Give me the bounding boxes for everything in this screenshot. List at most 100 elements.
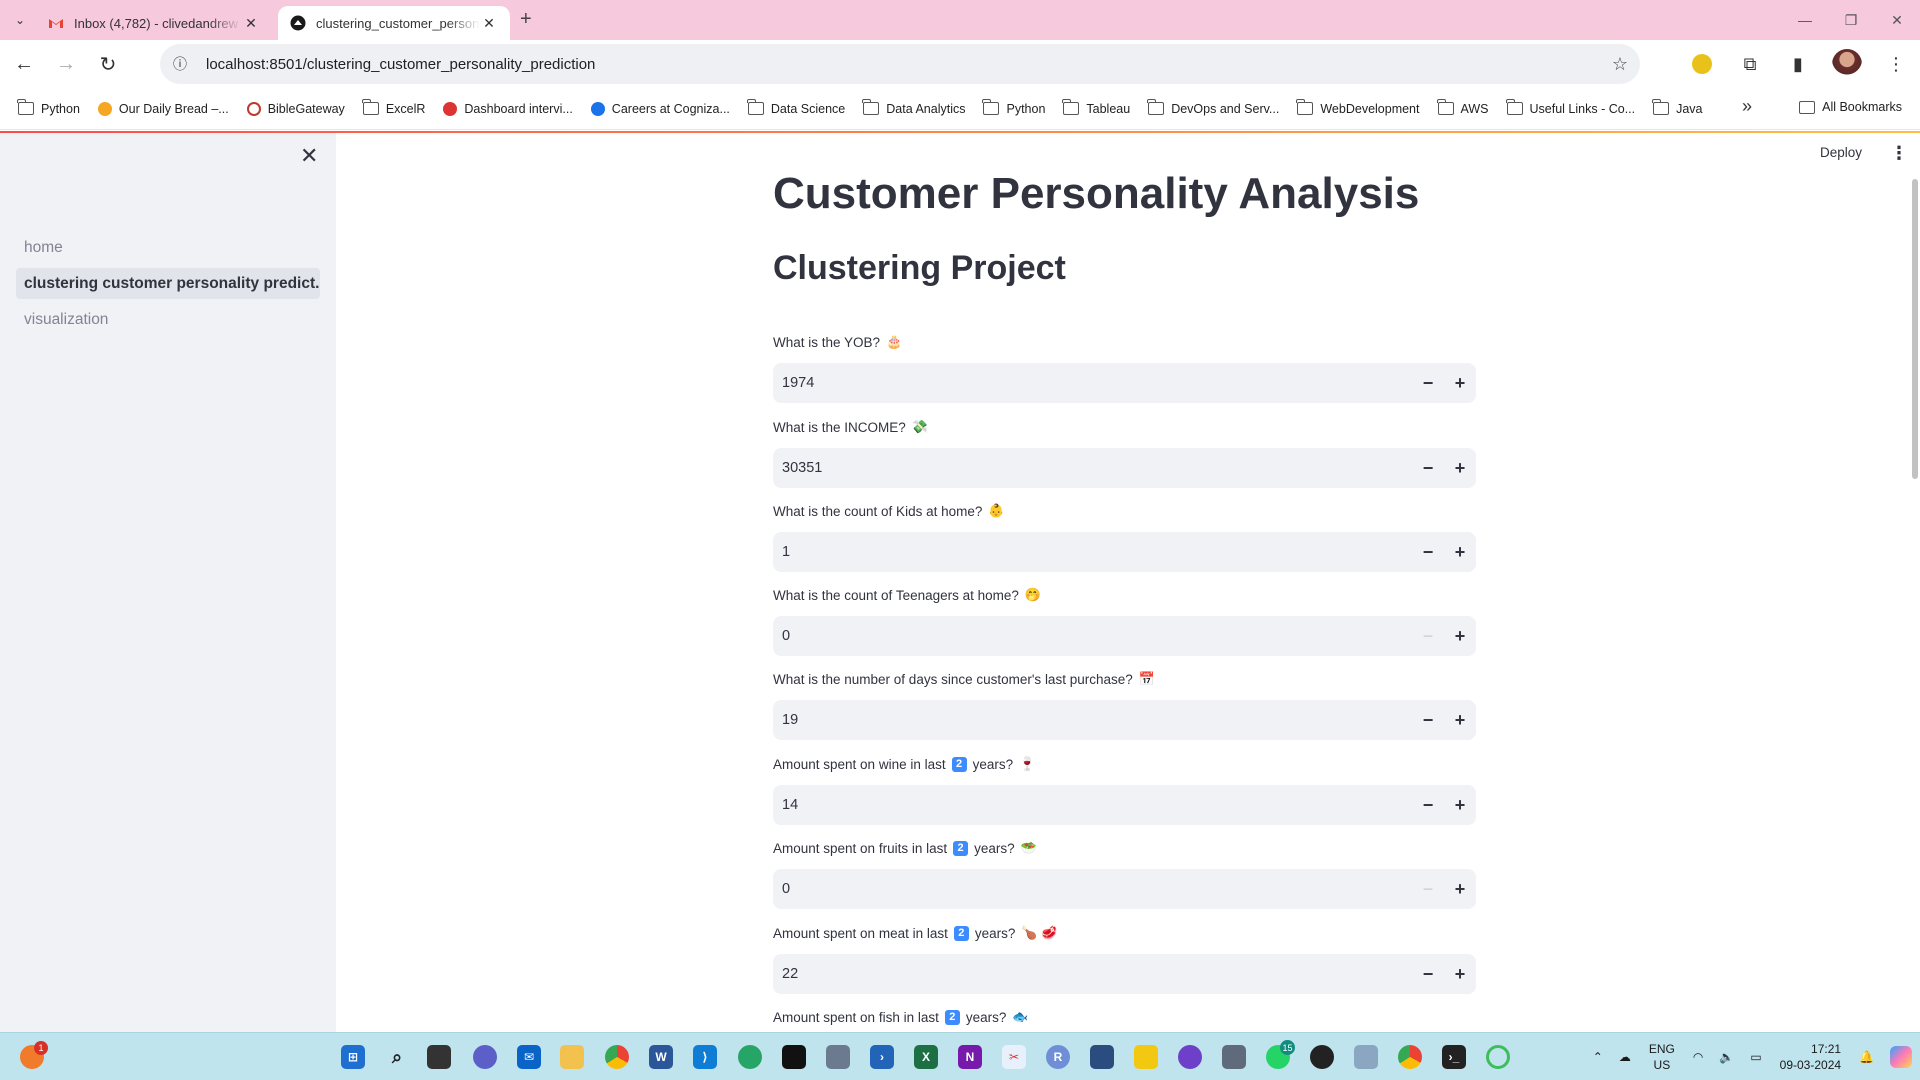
onenote-icon[interactable]: N — [958, 1045, 982, 1069]
minimize-icon[interactable]: — — [1782, 0, 1828, 40]
address-bar[interactable]: ⓘ localhost:8501/clustering_customer_per… — [160, 44, 1640, 84]
number-value-input[interactable]: 1 — [773, 544, 1412, 560]
obs-icon[interactable] — [1310, 1045, 1334, 1069]
bookmark-item[interactable]: BibleGateway — [246, 101, 345, 116]
task-view-icon[interactable] — [427, 1045, 451, 1069]
volume-icon[interactable]: 🔈 — [1719, 1050, 1734, 1064]
bookmark-item[interactable]: Useful Links - Co... — [1505, 99, 1635, 116]
battery-icon[interactable]: ▭ — [1750, 1050, 1761, 1064]
bookmark-item[interactable]: Python — [17, 99, 80, 116]
bookmark-item[interactable]: AWS — [1436, 99, 1489, 116]
deploy-button[interactable]: Deploy — [1820, 145, 1862, 160]
network-app-icon[interactable] — [738, 1045, 762, 1069]
increment-icon[interactable]: + — [1444, 954, 1476, 994]
restore-icon[interactable]: ❐ — [1828, 0, 1874, 40]
reload-icon[interactable]: ↻ — [90, 46, 126, 82]
settings-gear-icon[interactable] — [1354, 1045, 1378, 1069]
decrement-icon[interactable]: − — [1412, 363, 1444, 403]
chrome-icon[interactable] — [605, 1045, 629, 1069]
ssms-icon[interactable] — [1090, 1045, 1114, 1069]
jetbrains-icon[interactable] — [782, 1045, 806, 1069]
number-value-input[interactable]: 0 — [773, 881, 1412, 897]
wifi-icon[interactable]: ◠ — [1693, 1050, 1703, 1064]
profile-avatar[interactable] — [1832, 49, 1862, 79]
increment-icon[interactable]: + — [1444, 363, 1476, 403]
new-tab-plus-icon[interactable]: + — [520, 8, 532, 31]
tray-chevron-icon[interactable]: ⌃ — [1593, 1050, 1603, 1064]
browser-menu-icon[interactable]: ⋮ — [1872, 46, 1920, 82]
decrement-icon[interactable]: − — [1412, 785, 1444, 825]
increment-icon[interactable]: + — [1444, 869, 1476, 909]
language-indicator[interactable]: ENG US — [1649, 1041, 1675, 1073]
tab-close-icon[interactable]: ✕ — [480, 15, 498, 32]
bookmark-item[interactable]: Python — [982, 99, 1045, 116]
r-icon[interactable]: R — [1046, 1045, 1070, 1069]
bookmark-item[interactable]: DevOps and Serv... — [1147, 99, 1279, 116]
sidebar-item-clustering[interactable]: clustering customer personality predict.… — [16, 268, 320, 299]
bookmark-item[interactable]: Data Analytics — [862, 99, 965, 116]
window-close-icon[interactable]: ✕ — [1874, 0, 1920, 40]
clock[interactable]: 17:21 09-03-2024 — [1780, 1041, 1841, 1073]
bookmark-item[interactable]: Tableau — [1062, 99, 1130, 116]
mail-icon[interactable]: ✉ — [517, 1045, 541, 1069]
search-icon[interactable]: ⌕ — [385, 1045, 409, 1069]
number-value-input[interactable]: 19 — [773, 712, 1412, 728]
terminal-icon[interactable]: ›_ — [1442, 1045, 1466, 1069]
number-value-input[interactable]: 1974 — [773, 375, 1412, 391]
main-menu-icon[interactable]: ⋮ — [1890, 143, 1908, 164]
app-icon[interactable] — [826, 1045, 850, 1069]
bookmark-item[interactable]: Data Science — [746, 99, 845, 116]
sidebar-item-visualization[interactable]: visualization — [16, 304, 320, 335]
sidebar-close-icon[interactable]: ✕ — [300, 143, 318, 169]
number-value-input[interactable]: 0 — [773, 628, 1412, 644]
decrement-icon[interactable]: − — [1412, 616, 1444, 656]
increment-icon[interactable]: + — [1444, 532, 1476, 572]
increment-icon[interactable]: + — [1444, 785, 1476, 825]
tab-close-icon[interactable]: ✕ — [242, 15, 260, 32]
sidebar-item-home[interactable]: home — [16, 232, 320, 263]
loading-app-icon[interactable] — [1486, 1045, 1510, 1069]
excel-icon[interactable]: X — [914, 1045, 938, 1069]
notification-bell-icon[interactable]: 🔔 — [1859, 1050, 1874, 1064]
powerbi-icon[interactable] — [1134, 1045, 1158, 1069]
back-arrow-icon[interactable]: ← — [6, 46, 42, 82]
increment-icon[interactable]: + — [1444, 700, 1476, 740]
copilot-icon[interactable] — [1890, 1046, 1912, 1068]
more-bookmarks-chevron-icon[interactable]: » — [1742, 96, 1752, 117]
number-value-input[interactable]: 30351 — [773, 460, 1412, 476]
decrement-icon[interactable]: − — [1412, 869, 1444, 909]
bookmark-item[interactable]: Dashboard intervi... — [443, 101, 573, 116]
onedrive-icon[interactable]: ☁ — [1619, 1050, 1631, 1064]
bookmark-item[interactable]: Our Daily Bread –... — [97, 101, 229, 116]
forward-arrow-icon[interactable]: → — [48, 46, 84, 82]
decrement-icon[interactable]: − — [1412, 954, 1444, 994]
side-panel-icon[interactable]: ▮ — [1774, 46, 1822, 82]
tab-search-chevron-icon[interactable]: ⌄ — [8, 8, 32, 32]
decrement-icon[interactable]: − — [1412, 448, 1444, 488]
vscode-icon[interactable]: ⟩ — [693, 1045, 717, 1069]
increment-icon[interactable]: + — [1444, 448, 1476, 488]
bookmark-item[interactable]: ExcelR — [361, 99, 425, 116]
number-value-input[interactable]: 22 — [773, 966, 1412, 982]
bookmark-item[interactable]: Careers at Cogniza... — [590, 101, 730, 116]
extensions-puzzle-icon[interactable]: ⧉ — [1726, 46, 1774, 82]
windows-start-icon[interactable]: ⊞ — [341, 1045, 365, 1069]
extension-icon[interactable] — [1692, 54, 1712, 74]
chrome-profile-icon[interactable] — [1398, 1045, 1422, 1069]
address-url[interactable]: localhost:8501/clustering_customer_perso… — [206, 56, 1600, 73]
bookmark-star-icon[interactable]: ☆ — [1600, 54, 1640, 75]
increment-icon[interactable]: + — [1444, 616, 1476, 656]
decrement-icon[interactable]: − — [1412, 532, 1444, 572]
tab-streamlit[interactable]: clustering_customer_personality ✕ — [278, 6, 510, 40]
all-bookmarks[interactable]: All Bookmarks — [1799, 100, 1902, 114]
bookmark-item[interactable]: Java — [1652, 99, 1703, 116]
number-value-input[interactable]: 14 — [773, 797, 1412, 813]
powershell-icon[interactable]: › — [870, 1045, 894, 1069]
snipping-tool-icon[interactable]: ✂ — [1002, 1045, 1026, 1069]
github-desktop-icon[interactable] — [1178, 1045, 1202, 1069]
site-info-icon[interactable]: ⓘ — [160, 54, 200, 74]
teams-chat-icon[interactable] — [473, 1045, 497, 1069]
scrollbar[interactable] — [1912, 179, 1918, 479]
file-explorer-icon[interactable] — [560, 1045, 584, 1069]
tab-gmail[interactable]: Inbox (4,782) - clivedandrew ✕ — [36, 6, 272, 40]
